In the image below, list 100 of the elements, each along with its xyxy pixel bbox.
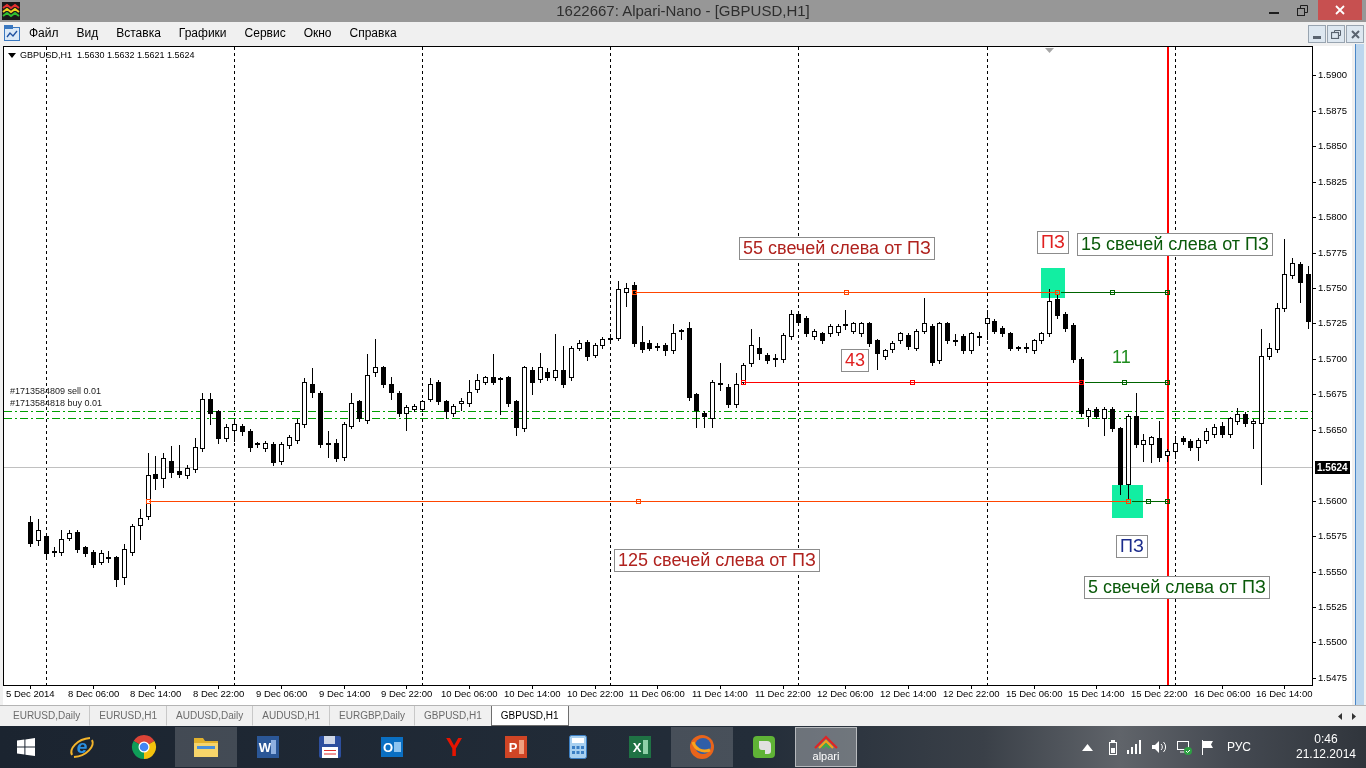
candle bbox=[930, 323, 935, 366]
candle bbox=[875, 338, 880, 370]
letter-y-icon: Y bbox=[440, 733, 468, 761]
chart-title: GBPUSD,H1 1.5630 1.5632 1.5621 1.5624 bbox=[20, 50, 195, 61]
candle bbox=[1141, 433, 1146, 462]
candle bbox=[867, 321, 872, 347]
trend-line[interactable] bbox=[1083, 380, 1170, 385]
candle bbox=[702, 410, 707, 428]
candle bbox=[1094, 406, 1099, 419]
candle bbox=[843, 309, 848, 330]
minimize-button[interactable] bbox=[1308, 25, 1326, 43]
clock-time[interactable]: 0:46 bbox=[1314, 732, 1338, 747]
caret-right-icon bbox=[1352, 712, 1356, 720]
chart-text-label[interactable]: 15 свечей слева от ПЗ bbox=[1077, 233, 1273, 256]
candle bbox=[365, 353, 370, 424]
clock-date[interactable]: 21.12.2014 bbox=[1295, 747, 1357, 762]
price-label: 1.5900 bbox=[1318, 69, 1348, 81]
close-button[interactable] bbox=[1346, 25, 1364, 43]
candle bbox=[161, 452, 166, 488]
caret-down-icon[interactable] bbox=[8, 53, 16, 58]
candle bbox=[789, 309, 794, 340]
candle bbox=[287, 434, 292, 449]
order-line[interactable] bbox=[4, 418, 1312, 419]
candle bbox=[1251, 418, 1256, 449]
menu-item[interactable]: Окно bbox=[294, 23, 341, 43]
restore-button[interactable] bbox=[1327, 25, 1345, 43]
candle bbox=[530, 366, 535, 395]
time-label: 5 Dec 2014 bbox=[6, 688, 55, 700]
candle bbox=[475, 373, 480, 393]
trend-line[interactable] bbox=[632, 290, 1060, 295]
chart-text-label[interactable]: 55 свечей слева от ПЗ bbox=[739, 237, 935, 260]
time-label: 9 Dec 22:00 bbox=[381, 688, 433, 700]
flag-icon[interactable] bbox=[1200, 739, 1214, 755]
candle bbox=[616, 280, 621, 341]
candle bbox=[302, 377, 307, 428]
candle bbox=[914, 328, 919, 351]
chart-text-label[interactable]: ПЗ bbox=[1116, 535, 1148, 558]
chart-text-label[interactable]: 5 свечей слева от ПЗ bbox=[1084, 576, 1270, 599]
point bbox=[1165, 380, 1170, 385]
order-line[interactable] bbox=[4, 411, 1312, 412]
candle bbox=[177, 444, 182, 478]
point bbox=[1110, 290, 1115, 295]
battery-icon[interactable] bbox=[1107, 739, 1118, 755]
taskbar-button[interactable]: W bbox=[237, 727, 299, 767]
candle bbox=[1079, 356, 1084, 417]
menu-item[interactable]: Вставка bbox=[107, 23, 170, 43]
candle bbox=[1220, 421, 1225, 438]
candle bbox=[349, 392, 354, 429]
zigzag-stripes-icon[interactable] bbox=[2, 2, 20, 20]
candle bbox=[773, 353, 778, 367]
time-label: 15 Dec 14:00 bbox=[1068, 688, 1125, 700]
chart-text-label[interactable]: 125 свечей слева от ПЗ bbox=[614, 549, 820, 572]
candle bbox=[1243, 411, 1248, 427]
close-icon bbox=[1335, 5, 1345, 15]
candle bbox=[1181, 435, 1186, 445]
taskbar-button[interactable]: X bbox=[609, 727, 671, 767]
point bbox=[1079, 380, 1084, 385]
candle bbox=[953, 333, 958, 346]
candle bbox=[1102, 406, 1107, 436]
candle bbox=[890, 340, 895, 353]
chart-tab[interactable]: GBPUSD,H1 bbox=[490, 706, 569, 726]
trend-line[interactable] bbox=[1130, 499, 1170, 504]
candle bbox=[820, 331, 825, 344]
price-label: 1.5575 bbox=[1318, 530, 1348, 542]
taskbar-button[interactable]: alpari bbox=[795, 727, 857, 767]
time-label: 16 Dec 06:00 bbox=[1194, 688, 1251, 700]
chart-document-icon[interactable] bbox=[4, 25, 20, 41]
trend-line[interactable] bbox=[741, 380, 1084, 385]
menu-item[interactable]: Вид bbox=[67, 23, 108, 43]
caret-up-icon[interactable] bbox=[1081, 743, 1093, 751]
candle bbox=[640, 325, 645, 353]
candle bbox=[804, 315, 809, 337]
monitor-check-icon[interactable] bbox=[1175, 739, 1192, 755]
speaker-icon[interactable] bbox=[1150, 740, 1167, 754]
price-label: 1.5775 bbox=[1318, 247, 1348, 259]
menu-item[interactable]: Файл bbox=[20, 23, 68, 43]
triangle-marker-icon[interactable] bbox=[1045, 48, 1054, 53]
menu-item[interactable]: Справка bbox=[340, 23, 406, 43]
time-label: 8 Dec 22:00 bbox=[193, 688, 245, 700]
language-indicator[interactable]: РУС bbox=[1226, 740, 1251, 754]
taskbar-button[interactable]: O bbox=[361, 727, 423, 767]
chart-text-label[interactable]: 11 bbox=[1108, 346, 1135, 369]
candle bbox=[836, 323, 841, 336]
candle bbox=[1298, 261, 1303, 303]
menu-item[interactable]: Сервис bbox=[235, 23, 295, 43]
candle bbox=[898, 331, 903, 344]
candle bbox=[373, 338, 378, 377]
candle bbox=[749, 328, 754, 367]
candle bbox=[357, 399, 362, 422]
taskbar-button[interactable]: P bbox=[485, 727, 547, 767]
rounded-tile-icon bbox=[750, 733, 778, 761]
taskbar-button[interactable] bbox=[175, 727, 237, 767]
trend-line[interactable] bbox=[1059, 290, 1170, 295]
chart-text-label[interactable]: 43 bbox=[841, 349, 870, 372]
menu-item[interactable]: Графики bbox=[169, 23, 236, 43]
taskbar-button[interactable]: e bbox=[51, 727, 113, 767]
chart-text-label[interactable]: ПЗ bbox=[1037, 231, 1069, 254]
signal-bars-icon[interactable] bbox=[1126, 740, 1142, 754]
candle bbox=[851, 321, 856, 334]
close-button[interactable] bbox=[1318, 0, 1362, 20]
